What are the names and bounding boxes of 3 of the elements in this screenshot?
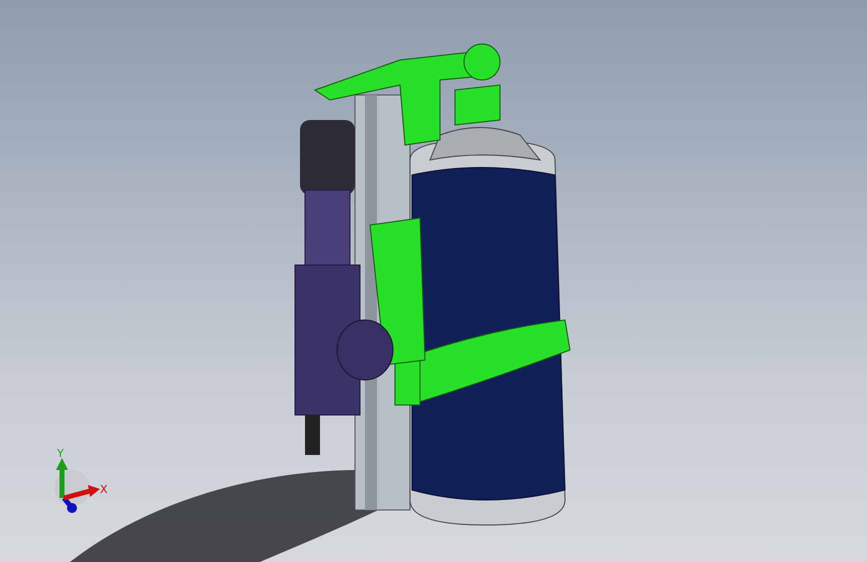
axis-label: Y (57, 447, 64, 460)
axis-triad-drawing (54, 470, 90, 513)
axis-label: X (100, 483, 108, 496)
